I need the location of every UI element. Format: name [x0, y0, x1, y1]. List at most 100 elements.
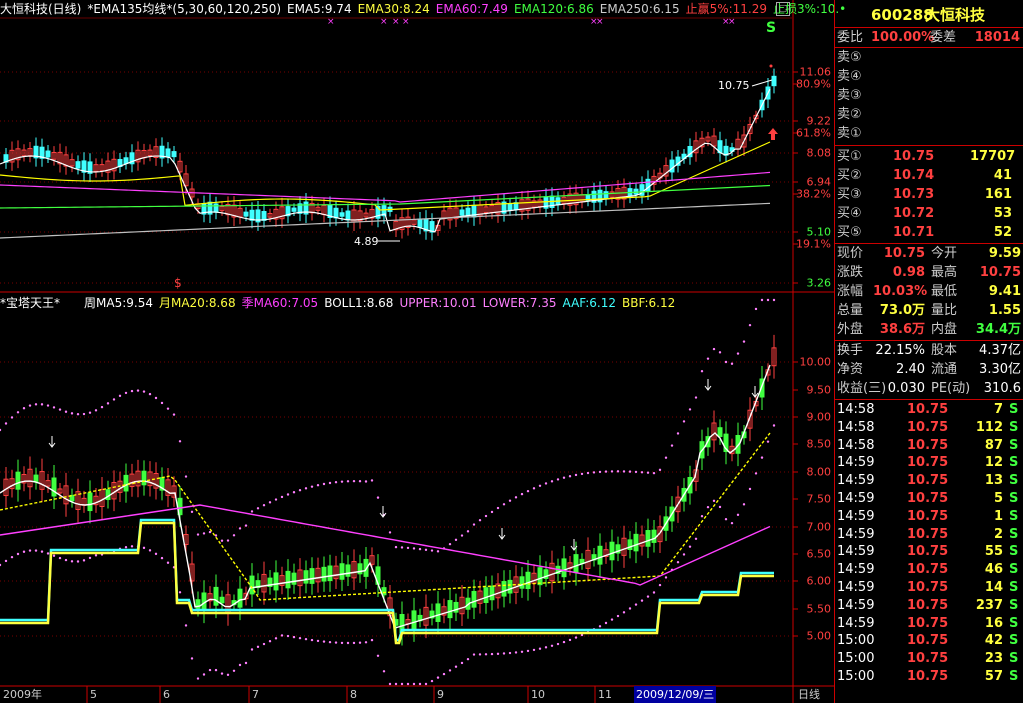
boll-upper-dot [766, 298, 770, 302]
tick-volume: 13 [984, 473, 1003, 489]
boll-upper-dot [544, 482, 548, 485]
boll-lower-dot [76, 560, 80, 563]
fund-value: 310.6 [983, 381, 1021, 396]
boll-lower-dot [208, 668, 212, 672]
boll-upper-dot [604, 470, 608, 473]
boll-upper-dot [724, 360, 728, 364]
boll-upper-dot [460, 534, 464, 537]
ema5-value: EMA5:9.74 [287, 2, 352, 16]
candle-body [489, 585, 495, 601]
boll-lower-dot [766, 440, 770, 443]
boll-upper-dot [670, 444, 674, 447]
boll-lower-dot [244, 661, 248, 665]
boll-upper-dot [658, 468, 662, 472]
tick-row: 15:00 10.75 57 S [835, 668, 1023, 686]
boll-upper-dot [730, 362, 734, 365]
tick-volume: 57 [984, 669, 1003, 684]
boll-upper-dot [82, 412, 86, 416]
boll-upper-dot [88, 411, 92, 414]
boll-lower-dot [346, 641, 350, 645]
buy-level-row: 买⑤ 10.71 52 [835, 223, 1023, 242]
buy-level-price: 10.74 [893, 168, 935, 183]
signal-marker: × [327, 17, 335, 27]
boll-lower-dot [292, 635, 296, 639]
boll-lower-dot [628, 607, 632, 610]
chart-canvas[interactable]: × × × × ×× ×× [0, 0, 834, 703]
boll-upper-dot [640, 471, 644, 474]
tick-price: 10.75 [907, 455, 949, 471]
season-ma60-value: 季MA60:7.05 [241, 296, 319, 310]
boll-upper-dot [76, 413, 80, 416]
weibi-row: 委比 100.00% 委差 18014 [835, 28, 1023, 47]
signal-arrow [704, 379, 712, 391]
boll-lower-dot [370, 638, 374, 642]
boll-lower-dot [46, 552, 50, 555]
boll-upper-dot [682, 420, 686, 423]
candle-body [435, 603, 441, 622]
boll-upper-dot [412, 547, 416, 550]
boll-upper-dot [58, 408, 62, 411]
tick-flag: S [1009, 508, 1019, 524]
sell-level-row: 卖① [835, 124, 1023, 143]
boll-upper-dot [358, 480, 362, 483]
quote-value: 1.55 [988, 303, 1021, 318]
boll-upper-dot [742, 340, 746, 343]
axis-label: 6.50 [806, 547, 832, 561]
signal-arrow [48, 436, 56, 448]
boll-upper-dot [496, 506, 500, 510]
candle-body [75, 161, 81, 169]
tick-time: 14:59 [837, 544, 875, 560]
candle-body [651, 529, 657, 543]
boll-lower-dot [10, 555, 14, 559]
boll-upper-dot [424, 548, 428, 552]
boll-lower-dot [250, 648, 254, 651]
quote-label: 最低 [931, 284, 958, 299]
boll-upper-dot [652, 471, 656, 475]
boll-upper-dot [532, 487, 536, 490]
signal-marker: × [728, 17, 736, 27]
bottom-price-axis: 10.00 9.50 9.00 8.50 8.00 7.50 7.00 6.50… [795, 0, 833, 690]
tick-price: 10.75 [907, 544, 949, 560]
candle-body [483, 587, 489, 604]
header-scroll-button[interactable]: ▢ [776, 2, 790, 16]
candle-body [501, 581, 507, 597]
tick-flag: S [1009, 419, 1019, 435]
boll-upper-dot [502, 503, 506, 506]
boll-lower-dot [394, 682, 398, 686]
boll-lower-dot [532, 648, 536, 652]
boll-upper-dot [4, 422, 8, 425]
fund-label: 净资 [837, 362, 864, 377]
boll-upper-dot [184, 475, 188, 478]
period-label[interactable]: 日线 [798, 686, 820, 703]
boll-lower-dot [748, 487, 752, 491]
ema30-value: EMA30:8.24 [357, 2, 430, 16]
boll-upper-dot [16, 411, 20, 414]
candle-body [471, 590, 477, 608]
boll-lower-dot [466, 657, 470, 661]
boll-lower-dot [322, 640, 326, 643]
boll-lower-dot [712, 499, 716, 503]
fund-row: 净资 2.40 流通 3.30亿 [835, 360, 1023, 379]
boll-lower-dot [736, 513, 740, 517]
boll-lower-dot [358, 641, 362, 644]
date-cursor-label: 2009/12/09/三 [634, 686, 717, 703]
boll-lower-dot [508, 651, 512, 655]
boll-upper-dot [466, 530, 470, 533]
boll-lower-dot [328, 640, 332, 644]
candle-body [249, 575, 255, 595]
quote-row: 总量 73.0万 量比 1.55 [835, 301, 1023, 320]
signal-arrow [498, 528, 506, 540]
candle-body [237, 588, 243, 608]
boll-upper-dot [190, 510, 194, 514]
boll-upper-dot [124, 391, 128, 395]
candle-body [123, 474, 129, 492]
tick-price: 10.75 [907, 491, 949, 506]
boll-lower-dot [22, 550, 26, 553]
date-label: 9 [437, 688, 444, 701]
tick-volume: 55 [984, 544, 1003, 560]
tick-time: 15:00 [837, 669, 875, 684]
candle-body [171, 151, 177, 158]
boll-upper-dot [328, 481, 332, 485]
tick-time: 15:00 [837, 633, 875, 649]
quote-value: 9.59 [988, 246, 1021, 261]
